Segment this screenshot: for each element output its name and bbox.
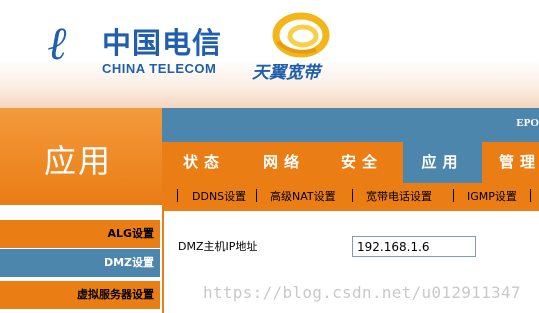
sidebar-menu: ALG设置 DMZ设置 虚拟服务器设置 [0,205,162,313]
brand-name-cn: 中国电信 [102,26,223,60]
sub-tabs: DDNS设置 高级NAT设置 宽带电话设置 IGMP设置 [162,183,539,211]
tab-application[interactable]: 应用 [403,142,482,183]
tab-security[interactable]: 安全 [324,142,400,183]
top-strip-text: EPO [516,117,539,129]
tab-network[interactable]: 网络 [246,142,322,183]
tab-management[interactable]: 管理 [490,142,539,183]
subtab-separator [177,189,178,202]
subtab-advanced-nat[interactable]: 高级NAT设置 [270,188,336,204]
dmz-ip-input[interactable] [352,236,476,257]
sidebar-item-dmz[interactable]: DMZ设置 [0,249,160,277]
page-header: ℓ 中国电信 CHINA TELECOM 天翼宽带 [0,0,539,108]
main-tabs: 状态 网络 安全 应用 管理 [162,142,539,183]
subtab-broadband-phone[interactable]: 宽带电话设置 [366,188,432,204]
tianyi-broadband-logo: 天翼宽带 [250,12,340,83]
content-divider [162,211,164,313]
tianyi-ring-icon [272,12,330,58]
sidebar-item-virtual-server[interactable]: 虚拟服务器设置 [0,281,160,309]
brand-name-en: CHINA TELECOM [102,61,217,76]
top-strip: EPO [162,108,539,142]
sidebar-item-alg[interactable]: ALG设置 [0,220,160,248]
section-title: 应用 [44,142,113,180]
subtab-separator [530,189,531,202]
china-telecom-mark-icon: ℓ [48,16,68,70]
dmz-ip-label: DMZ主机IP地址 [178,240,258,253]
tab-status[interactable]: 状态 [166,142,242,183]
subtab-separator [453,189,454,202]
subtab-ddns[interactable]: DDNS设置 [192,188,246,204]
subtab-separator [352,189,353,202]
subbrand-name: 天翼宽带 [252,63,320,83]
section-title-panel: 应用 [0,108,162,205]
subtab-igmp[interactable]: IGMP设置 [467,188,517,204]
watermark-text: https://blog.csdn.net/u012911347 [203,283,521,302]
subtab-separator [256,189,257,202]
